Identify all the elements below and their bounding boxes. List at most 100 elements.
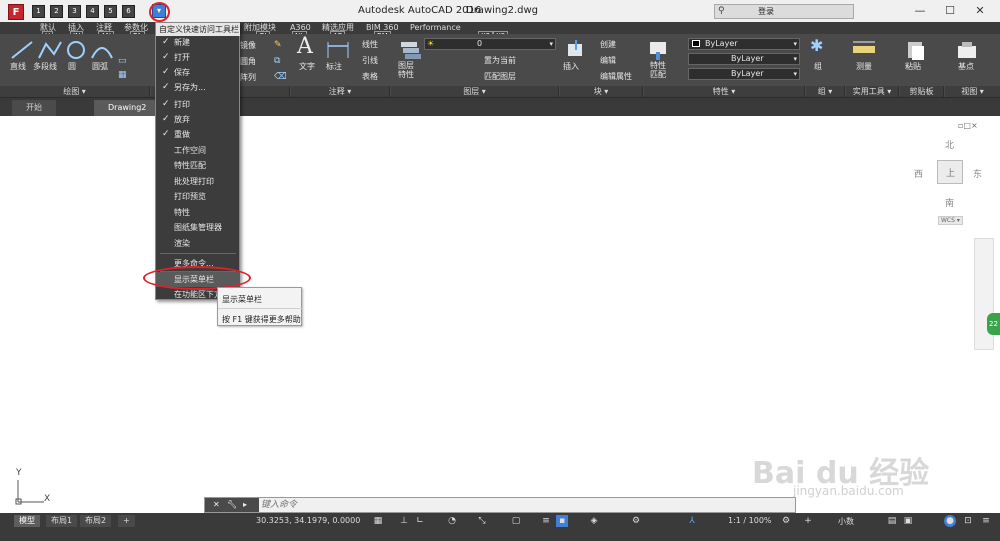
close-icon[interactable]: ✕ [213,498,220,512]
wrench-icon[interactable]: 🔧︎ [227,498,237,512]
maximize-button[interactable]: ☐ [936,2,964,20]
osnap-icon[interactable]: ⤡ [476,515,488,527]
qat-plot-button[interactable]: 5 [104,5,117,18]
group-icon[interactable]: ✱ [810,36,823,55]
menu-item-workspace[interactable]: 工作空间 [156,143,240,158]
plus-icon[interactable]: + [802,515,814,527]
viewcube-south[interactable]: 南 [945,196,954,209]
layout-tab-model[interactable]: 模型 [14,515,40,527]
qat-new-button[interactable]: 1 [32,5,45,18]
tab-start[interactable]: 开始 [12,100,56,116]
lock-ui-icon[interactable]: ▣ [902,515,914,527]
menu-item-undo[interactable]: ✓ 放弃 [156,112,240,127]
mirror-tool-label[interactable]: 镜像 [240,40,256,51]
layer-properties-icon[interactable] [396,38,424,62]
block-panel-title[interactable]: 块 ▾ [560,86,643,97]
table-tool-label[interactable]: 表格 [362,71,378,82]
menu-item-redo[interactable]: ✓ 重做 [156,127,240,142]
search-box[interactable]: ⚲ [714,4,854,19]
layout-tab-layout2[interactable]: 布局2 [80,515,112,527]
create-block-label[interactable]: 创建 [600,39,616,50]
command-input[interactable] [261,499,781,511]
annotation-visibility-icon[interactable]: ⅄ [686,515,698,527]
menu-item-saveas[interactable]: ✓ 另存为... [156,80,240,95]
utilities-panel-title[interactable]: 实用工具 ▾ [846,86,899,97]
paste-icon[interactable] [902,38,930,62]
lineweight-dropdown[interactable]: ByLayer ▾ [688,68,800,80]
edit-attributes-label[interactable]: 编辑属性 [600,71,632,82]
menu-item-matchprop[interactable]: 特性匹配 [156,158,240,173]
array-tool-label[interactable]: 阵列 [240,72,256,83]
transparency-icon[interactable]: ▪ [556,515,568,527]
isolate-objects-icon[interactable]: ● [944,515,956,527]
layout-tab-add[interactable]: + [118,515,135,527]
login-button[interactable]: 登录 [758,6,774,17]
application-menu-button[interactable]: F [8,4,24,20]
otrack-icon[interactable]: ▢ [510,515,522,527]
pencil-icon[interactable]: ✎ [274,40,286,50]
units-dropdown[interactable]: 小数 [838,516,854,527]
annotation-scale[interactable]: 1:1 / 100% [728,516,772,525]
viewport-controls-icon[interactable]: ▫□× [958,121,978,130]
layer-dropdown[interactable]: ☀ 0 ▾ [424,38,556,50]
workspace-gear-icon[interactable]: ⚙ [780,515,792,527]
wcs-menu[interactable]: WCS ▾ [938,216,963,225]
ortho-icon[interactable]: ∟ [414,515,426,527]
erase-icon[interactable]: ⌫ [274,72,287,82]
menu-item-save[interactable]: ✓ 保存 [156,65,240,80]
qat-undo-button[interactable]: 6 [122,5,135,18]
lineweight-icon[interactable]: ≡ [540,515,552,527]
leader-tool-label[interactable]: 引线 [362,55,378,66]
fillet-tool-label[interactable]: 圆角 [240,56,256,67]
match-properties-icon[interactable] [646,38,674,62]
layers-panel-title[interactable]: 图层 ▾ [391,86,559,97]
menu-item-open[interactable]: ✓ 打开 [156,50,240,65]
menu-item-batch-plot[interactable]: 批处理打印 [156,174,240,189]
menu-item-properties[interactable]: 特性 [156,205,240,220]
snap-icon[interactable]: ⊥ [398,515,410,527]
base-view-icon[interactable] [954,38,982,62]
grid-icon[interactable]: ▦ [372,515,384,527]
set-current-layer-label[interactable]: 置为当前 [484,55,516,66]
annotation-monitor-icon[interactable]: ⚙ [630,515,642,527]
polyline-tool-icon[interactable] [36,38,64,62]
close-button[interactable]: ✕ [966,2,994,20]
menu-item-plot-preview[interactable]: 打印预览 [156,189,240,204]
minimize-button[interactable]: — [906,2,934,20]
menu-item-sheetset[interactable]: 图纸集管理器 [156,220,240,235]
viewcube-east[interactable]: 东 [973,167,982,180]
match-layer-label[interactable]: 匹配图层 [484,71,516,82]
rectangle-icon[interactable]: ▭ [118,56,130,66]
text-tool-icon[interactable]: A [297,34,313,59]
circle-tool-icon[interactable] [62,38,90,62]
groups-panel-title[interactable]: 组 ▾ [806,86,845,97]
viewcube-north[interactable]: 北 [945,138,954,151]
linear-tool-label[interactable]: 线性 [362,39,378,50]
tab-performance[interactable]: Performance [410,22,461,34]
menu-item-render[interactable]: 渲染 [156,236,240,251]
qat-saveas-button[interactable]: 4 [86,5,99,18]
command-history-icon[interactable]: ▸ [243,498,247,512]
dimension-tool-icon[interactable] [324,38,352,62]
hatch-icon[interactable]: ▦ [118,70,130,80]
menu-item-plot[interactable]: ✓ 打印 [156,97,240,112]
cursor-coordinates[interactable]: 30.3253, 34.1979, 0.0000 [256,516,360,525]
properties-panel-title[interactable]: 特性 ▾ [644,86,805,97]
insert-block-icon[interactable] [562,38,590,62]
copy-icon[interactable]: ⧉ [274,56,286,66]
clipboard-panel-title[interactable]: 剪贴板 [900,86,944,97]
edit-block-label[interactable]: 编辑 [600,55,616,66]
customize-statusbar-icon[interactable]: ≡ [980,515,992,527]
arc-tool-icon[interactable] [88,38,116,62]
viewcube-west[interactable]: 西 [914,167,923,180]
polar-icon[interactable]: ◔ [446,515,458,527]
draw-panel-title[interactable]: 绘图 ▾ [0,86,150,97]
view-panel-title[interactable]: 视图 ▾ [945,86,1000,97]
qat-open-button[interactable]: 2 [50,5,63,18]
layout-tab-layout1[interactable]: 布局1 [46,515,78,527]
menu-item-new[interactable]: ✓ 新建 [156,35,240,50]
linetype-dropdown[interactable]: ByLayer ▾ [688,53,800,65]
measure-icon[interactable] [850,38,878,62]
annotation-panel-title[interactable]: 注释 ▾ [291,86,390,97]
clean-screen-icon[interactable]: ⊡ [962,515,974,527]
